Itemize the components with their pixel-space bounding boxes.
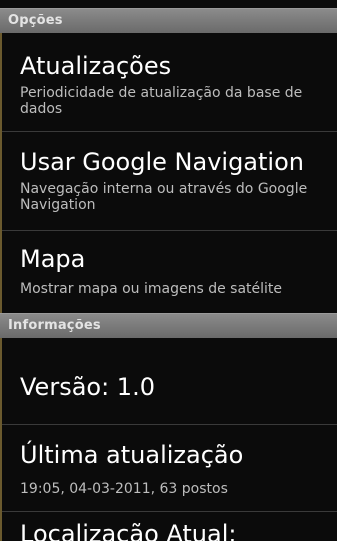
pref-updates[interactable]: Atualizações Periodicidade de atualizaçã… [0,33,337,129]
pref-title: Última atualização [20,441,244,469]
pref-summary: Navegação interna ou através do Google N… [20,181,308,213]
section-header-options: Opções [0,8,337,33]
pref-summary: 19:05, 04-03-2011, 63 postos [20,481,228,497]
section-header-info: Informações [0,313,337,338]
left-edge-strip [0,33,2,313]
left-edge-strip [0,338,2,541]
pref-summary: Mostrar mapa ou imagens de satélite [20,281,283,297]
preferences-screen: Opções Atualizações Periodicidade de atu… [0,0,337,541]
pref-last-update[interactable]: Última atualização 19:05, 04-03-2011, 63… [0,425,337,511]
pref-title: Mapa [20,245,86,273]
pref-title: Versão: 1.0 [20,373,155,401]
section-header-label: Opções [8,13,63,28]
pref-title: Atualizações [20,52,172,80]
pref-summary: Periodicidade de atualização da base de … [20,85,303,117]
pref-google-navigation[interactable]: Usar Google Navigation Navegação interna… [0,132,337,230]
pref-title: Localização Atual: [20,520,237,541]
pref-title: Usar Google Navigation [20,148,304,176]
pref-version[interactable]: Versão: 1.0 [0,338,337,424]
pref-map[interactable]: Mapa Mostrar mapa ou imagens de satélite [0,231,337,313]
pref-current-location[interactable]: Localização Atual: [0,512,337,541]
section-header-label: Informações [8,318,101,333]
